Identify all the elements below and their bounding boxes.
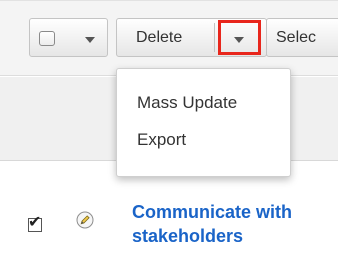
menu-item-mass-update[interactable]: Mass Update [137, 93, 237, 113]
list-view-screen: Delete Selec Mass Update Export ✔ Commun… [0, 0, 338, 255]
actions-dropdown-toggle[interactable] [218, 20, 261, 55]
actions-dropdown-menu: Mass Update Export [116, 68, 291, 177]
caret-down-icon [234, 37, 244, 43]
row-checkbox[interactable]: ✔ [28, 214, 42, 232]
pencil-icon[interactable] [76, 211, 94, 229]
caret-down-icon[interactable] [85, 37, 95, 43]
truncated-toolbar-button[interactable]: Selec [266, 18, 338, 57]
checkbox-icon[interactable] [39, 31, 55, 46]
list-toolbar: Delete Selec [0, 0, 338, 76]
delete-button[interactable]: Delete [136, 29, 182, 47]
record-title-link[interactable]: Communicate with stakeholders [132, 200, 338, 248]
menu-item-export[interactable]: Export [137, 130, 186, 150]
button-divider [214, 23, 215, 52]
select-all-button[interactable] [29, 18, 108, 57]
truncated-button-label: Selec [276, 29, 317, 46]
checkmark-icon: ✔ [28, 214, 42, 231]
delete-split-button: Delete [116, 18, 267, 57]
